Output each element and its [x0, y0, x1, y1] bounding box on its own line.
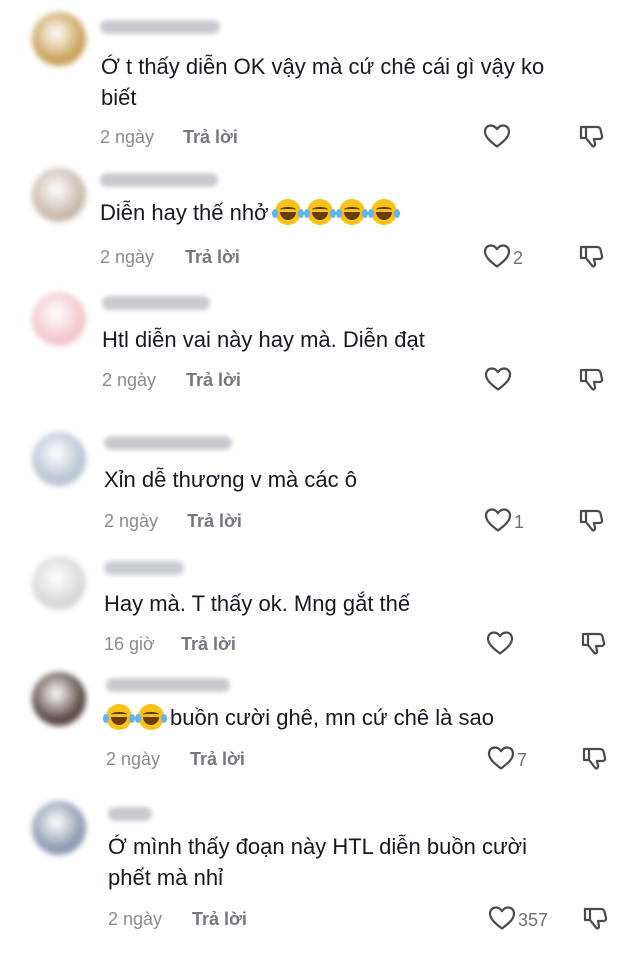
comment-text: biết [101, 83, 136, 113]
username-text: My Siro Soda [104, 438, 176, 452]
like-button[interactable] [484, 366, 514, 397]
like-button[interactable]: 2 [483, 243, 523, 274]
comment-text: Diễn hay thế nhở [100, 198, 403, 228]
dislike-button[interactable] [578, 507, 604, 538]
heart-icon [483, 123, 511, 154]
comment-text: Hay mà. T thấy ok. Mng gắt thế [104, 589, 410, 619]
reply-button[interactable]: Trả lời [190, 749, 245, 770]
reply-button[interactable]: Trả lời [192, 909, 247, 930]
username[interactable]: Bê Tê Tê [104, 561, 184, 575]
comment-text-line: Diễn hay thế nhở [100, 200, 269, 225]
comment-text: phết mà nhỉ [108, 863, 223, 893]
reply-button[interactable]: Trả lời [183, 127, 238, 148]
reply-button[interactable]: Trả lời [181, 634, 236, 655]
username[interactable]: huyenbi1112 [100, 173, 218, 187]
comment-text-line: phết mà nhỉ [108, 865, 223, 890]
comment-text-line: Hay mà. T thấy ok. Mng gắt thế [104, 591, 411, 616]
reply-button[interactable]: Trả lời [185, 247, 240, 268]
comment-text: Htl diễn vai này hay mà. Diễn đạt [102, 325, 425, 355]
comment-time: 2 ngày [100, 247, 155, 267]
comment-text-line: Xỉn dễ thương v mà các ô [104, 467, 357, 492]
like-button[interactable] [486, 630, 516, 661]
username[interactable]: My Siro Soda [104, 436, 232, 450]
thumbs-down-icon [578, 125, 604, 153]
dislike-button[interactable] [581, 745, 607, 776]
like-count: 2 [513, 248, 524, 268]
laughing-crying-emoji-icon [271, 199, 304, 225]
username-text: Chip [108, 809, 133, 823]
like-button[interactable]: 357 [488, 905, 548, 936]
thumbs-down-icon [578, 368, 604, 396]
laughing-crying-emoji-icon [303, 199, 336, 225]
heart-icon [484, 507, 512, 538]
comment-text-line: Ớ t thấy diễn OK vậy mà cứ chê cái gì vậ… [101, 54, 545, 79]
comment-text-line: buồn cười ghê, mn cứ chê là sao [170, 705, 494, 730]
laughing-crying-emoji-icon [367, 199, 400, 225]
username-text: huyenbi1112 [100, 175, 167, 189]
like-count: 357 [518, 910, 549, 930]
laughing-crying-emoji-icon [135, 704, 167, 730]
heart-icon [484, 366, 512, 397]
username-text: Nguyễn Hà [102, 298, 162, 312]
reply-button[interactable]: Trả lời [187, 511, 242, 532]
dislike-button[interactable] [578, 243, 604, 274]
dislike-button[interactable] [582, 905, 608, 936]
comment-time: 2 ngày [100, 127, 155, 147]
laughing-crying-emoji-icon [103, 704, 135, 730]
heart-icon [486, 630, 514, 661]
username[interactable]: Chip [108, 807, 152, 821]
thumbs-down-icon [578, 509, 604, 537]
thumbs-down-icon [578, 245, 604, 273]
thumbs-down-icon [581, 747, 607, 775]
like-button[interactable]: 7 [487, 745, 527, 776]
avatar[interactable] [32, 432, 86, 486]
username-text: Bê Tê Tê [104, 563, 153, 577]
avatar[interactable] [32, 168, 86, 222]
comment-time: 16 giờ [104, 634, 155, 654]
avatar[interactable] [32, 801, 86, 855]
comment-time: 2 ngày [102, 370, 157, 390]
comment-time: 2 ngày [108, 909, 163, 929]
comment-text-line: Htl diễn vai này hay mà. Diễn đạt [102, 327, 425, 352]
like-count: 7 [517, 750, 528, 770]
username[interactable]: My của Phào [106, 678, 230, 692]
comment-time: 2 ngày [106, 749, 161, 769]
dislike-button[interactable] [578, 123, 604, 154]
heart-icon [483, 243, 511, 274]
avatar[interactable] [32, 12, 86, 66]
avatar[interactable] [32, 556, 86, 610]
thumbs-down-icon [580, 632, 606, 660]
comment-text-line: biết [101, 85, 137, 110]
dislike-button[interactable] [580, 630, 606, 661]
avatar[interactable] [32, 292, 86, 346]
heart-icon [487, 745, 515, 776]
username-text: My của Phào [106, 680, 176, 694]
username[interactable]: Nguyễn Hà [102, 296, 210, 310]
avatar[interactable] [32, 672, 86, 726]
comment-text-line: Ớ mình thấy đoạn này HTL diễn buồn cười [108, 834, 527, 859]
like-count: 1 [514, 512, 525, 532]
comment-text: buồn cười ghê, mn cứ chê là sao [103, 703, 494, 733]
comment-text: Ớ t thấy diễn OK vậy mà cứ chê cái gì vậ… [101, 52, 544, 82]
dislike-button[interactable] [578, 366, 604, 397]
heart-icon [488, 905, 516, 936]
comment-text: Xỉn dễ thương v mà các ô [104, 465, 357, 495]
username-text: Sinh ra để cà [100, 22, 171, 36]
comment-text: Ớ mình thấy đoạn này HTL diễn buồn cười [108, 832, 527, 862]
reply-button[interactable]: Trả lời [186, 370, 241, 391]
laughing-crying-emoji-icon [335, 199, 368, 225]
thumbs-down-icon [582, 907, 608, 935]
comment-time: 2 ngày [104, 511, 159, 531]
like-button[interactable]: 1 [484, 507, 524, 538]
like-button[interactable] [483, 123, 513, 154]
username[interactable]: Sinh ra để cà [100, 20, 220, 34]
